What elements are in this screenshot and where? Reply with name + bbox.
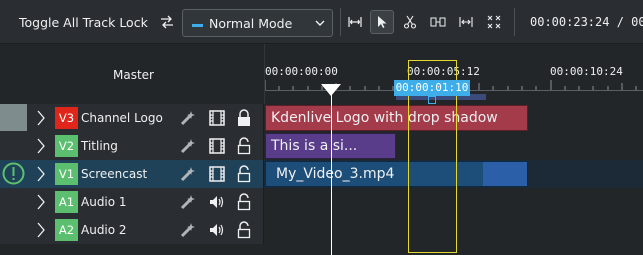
track-name[interactable]: Audio 2	[81, 223, 127, 237]
ruler-tick-label: 00:00:10:24	[550, 65, 623, 78]
multicam-icon[interactable]	[482, 10, 506, 34]
video-thumbnail	[483, 162, 527, 186]
chevron-right-icon[interactable]	[36, 109, 46, 131]
razor-tool-icon[interactable]	[398, 10, 422, 34]
clip-logo[interactable]: Kdenlive Logo with drop shadow	[265, 105, 528, 131]
timecode-display: 00:00:23:24 / 00	[530, 15, 643, 29]
track-row-a2: A2 Audio 2	[0, 216, 643, 244]
chevron-right-icon[interactable]	[36, 193, 46, 215]
track-badge[interactable]: A1	[55, 191, 78, 213]
cursor-timecode-tooltip: 00:00:01:10	[394, 80, 470, 96]
track-badge[interactable]: V1	[55, 163, 78, 185]
speaker-icon[interactable]	[207, 220, 227, 240]
chevron-right-icon[interactable]	[36, 137, 46, 159]
lock-open-icon[interactable]	[234, 164, 254, 184]
track-name[interactable]: Screencast	[81, 167, 147, 181]
track-row-v1: V1 Screencast My_Video_3.mp4	[0, 160, 643, 188]
effect-icon[interactable]	[178, 136, 198, 156]
clip-label: This is a si...	[271, 138, 358, 154]
track-marker[interactable]	[0, 160, 27, 187]
track-badge[interactable]: V2	[55, 135, 78, 157]
timeline-toolbar: Toggle All Track Lock Normal Mode 00:00:…	[0, 0, 643, 44]
clip-label: Kdenlive Logo with drop shadow	[271, 110, 498, 126]
track-row-v3: V3 Channel Logo Kdenlive Logo with drop …	[0, 104, 643, 132]
switch-icon[interactable]	[155, 10, 179, 34]
edit-mode-select[interactable]: Normal Mode	[182, 9, 333, 37]
track-header: A2 Audio 2	[0, 216, 264, 244]
track-name[interactable]: Titling	[81, 139, 118, 153]
track-header: A1 Audio 1	[0, 188, 264, 216]
spacer-tool-icon[interactable]	[343, 10, 367, 34]
playhead-handle[interactable]	[321, 84, 341, 96]
film-icon[interactable]	[207, 108, 227, 128]
chevron-down-icon	[314, 13, 326, 37]
mode-icon	[192, 18, 203, 27]
chevron-right-icon[interactable]	[36, 165, 46, 187]
lock-open-icon[interactable]	[234, 220, 254, 240]
track-header: V3 Channel Logo	[0, 104, 264, 132]
lock-open-icon[interactable]	[234, 192, 254, 212]
edit-mode-label: Normal Mode	[209, 16, 293, 31]
track-name[interactable]: Audio 1	[81, 195, 127, 209]
film-icon[interactable]	[207, 136, 227, 156]
master-header: Master	[0, 44, 264, 104]
track-header: V2 Titling	[0, 132, 264, 160]
effect-icon[interactable]	[178, 108, 198, 128]
track-row-a1: A1 Audio 1	[0, 188, 643, 216]
toggle-all-track-lock-button[interactable]: Toggle All Track Lock	[19, 15, 148, 30]
track-row-v2: V2 Titling This is a si...	[0, 132, 643, 160]
master-label: Master	[113, 68, 154, 82]
lock-closed-icon[interactable]	[234, 108, 254, 128]
speaker-icon[interactable]	[207, 192, 227, 212]
toolbar-separator	[340, 8, 341, 36]
track-name[interactable]: Channel Logo	[81, 111, 163, 125]
track-marker[interactable]	[0, 104, 27, 131]
track-header: V1 Screencast	[0, 160, 264, 188]
effect-icon[interactable]	[178, 164, 198, 184]
track-badge[interactable]: V3	[55, 107, 78, 129]
chevron-right-icon[interactable]	[36, 221, 46, 243]
clip-label: My_Video_3.mp4	[276, 166, 395, 182]
ruler-tick-label: 00:00:00:00	[265, 65, 338, 78]
select-tool-icon[interactable]	[370, 10, 394, 34]
film-icon[interactable]	[207, 164, 227, 184]
track-badge[interactable]: A2	[55, 219, 78, 241]
slip-icon[interactable]	[454, 10, 478, 34]
ripple-icon[interactable]	[426, 10, 450, 34]
effect-icon[interactable]	[178, 192, 198, 212]
lock-open-icon[interactable]	[234, 136, 254, 156]
effect-icon[interactable]	[178, 220, 198, 240]
cursor-handle[interactable]	[428, 96, 436, 104]
playhead-line[interactable]	[331, 84, 332, 255]
toolbar-separator	[514, 8, 515, 36]
clip-video[interactable]: My_Video_3.mp4	[265, 161, 528, 187]
